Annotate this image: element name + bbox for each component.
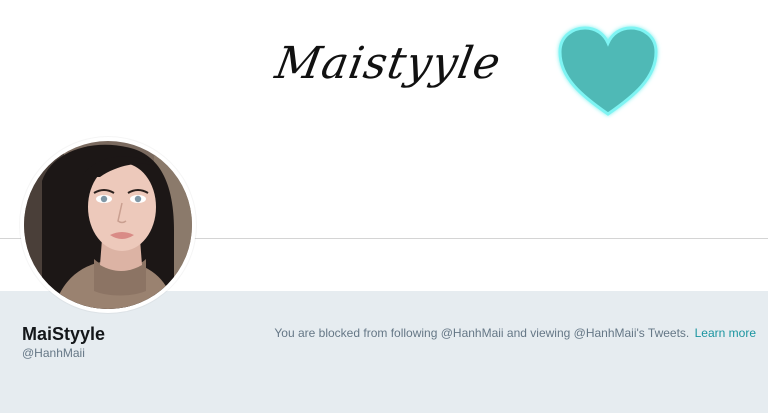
profile-display-name[interactable]: MaiStyyle xyxy=(22,324,105,345)
profile-handle: @HanhMaii xyxy=(22,346,85,360)
banner-logo-text: Maistyyle xyxy=(271,38,505,89)
avatar-image xyxy=(24,141,192,309)
avatar-portrait xyxy=(24,141,192,309)
heart-icon xyxy=(558,26,658,116)
avatar[interactable] xyxy=(20,137,196,313)
profile-page: Maistyyle MaiStyyle @HanhMaii You are bl… xyxy=(0,0,768,413)
blocked-message: You are blocked from following @HanhMaii… xyxy=(274,326,690,340)
blocked-notice: You are blocked from following @HanhMaii… xyxy=(274,326,756,340)
learn-more-link[interactable]: Learn more xyxy=(695,326,756,340)
heart-shape xyxy=(558,26,658,116)
